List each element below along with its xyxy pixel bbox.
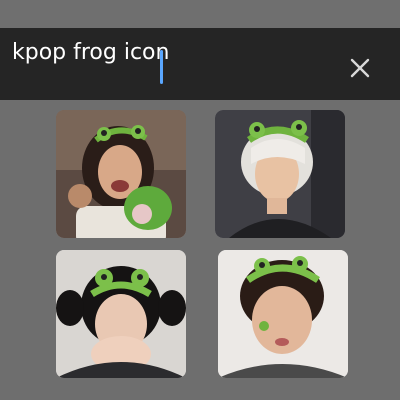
text-caret — [160, 50, 163, 84]
photo-thumbnail — [56, 110, 186, 238]
image-result-1[interactable] — [56, 110, 186, 238]
image-result-4[interactable] — [218, 250, 348, 378]
search-input[interactable]: kpop frog icon — [12, 40, 169, 66]
close-icon — [350, 58, 370, 78]
photo-thumbnail — [56, 250, 186, 378]
image-results-grid — [0, 100, 400, 400]
clear-search-button[interactable] — [344, 52, 376, 84]
image-result-3[interactable] — [56, 250, 186, 378]
image-result-2[interactable] — [215, 110, 345, 238]
status-strip — [0, 0, 400, 28]
photo-thumbnail — [218, 250, 348, 378]
photo-thumbnail — [215, 110, 345, 238]
